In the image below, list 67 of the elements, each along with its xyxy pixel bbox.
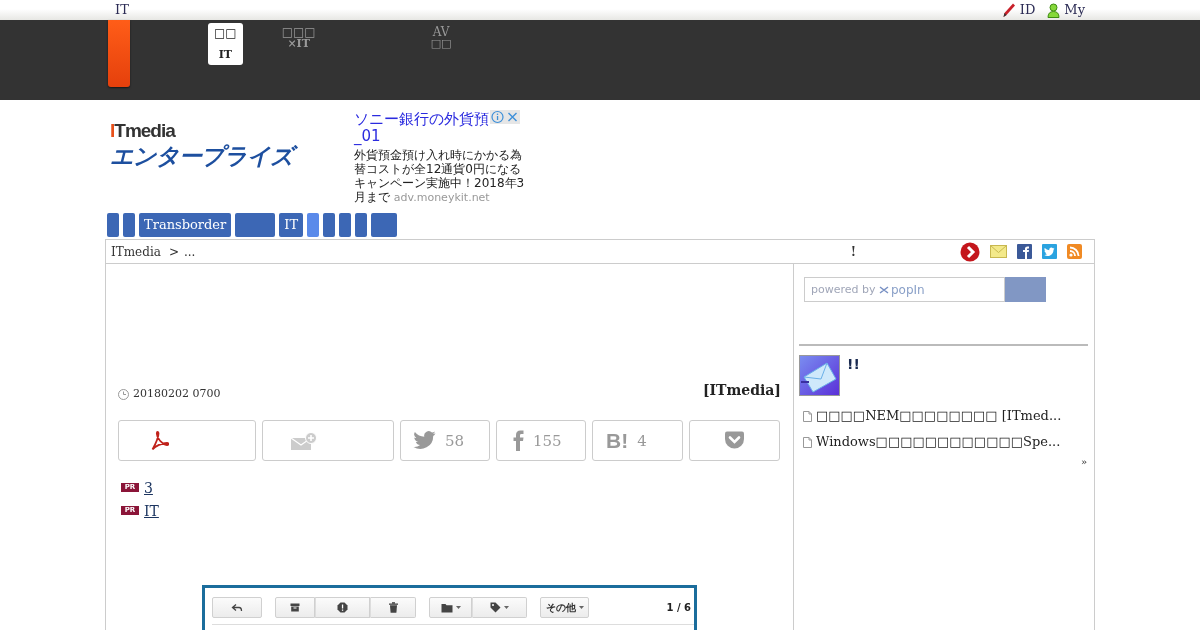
popin-logo-icon xyxy=(879,285,889,294)
tag-button[interactable] xyxy=(472,597,527,618)
ad-domain: adv.moneykit.net xyxy=(393,191,490,204)
archive-icon xyxy=(290,603,300,612)
page-count: 1 / 6 xyxy=(666,602,691,613)
document-icon xyxy=(803,410,812,422)
facebook-icon xyxy=(513,430,524,451)
breadcrumb-link[interactable]: ITmedia xyxy=(111,244,161,259)
breadcrumb-separator: > xyxy=(168,244,179,259)
facebook-icon[interactable] xyxy=(1017,244,1032,259)
brand-logo[interactable]: ITmedia xyxy=(110,121,175,141)
site-label: IT xyxy=(115,2,129,18)
ad-title-end[interactable]: _01 xyxy=(354,128,381,149)
spam-button[interactable] xyxy=(315,597,370,618)
search-input[interactable]: powered by xyxy=(811,283,877,296)
pr-link[interactable]: IT xyxy=(144,501,159,520)
mail-plus-icon xyxy=(290,431,317,450)
channel-tab[interactable]: □□□ ×IT xyxy=(275,23,322,65)
source-label: [ITmedia] xyxy=(702,381,781,400)
channel-tab[interactable]: AV □□ xyxy=(424,23,458,65)
user-link[interactable]: My xyxy=(1047,2,1085,18)
trash-icon xyxy=(388,602,398,613)
nav-tab[interactable]: IT xyxy=(279,213,304,237)
ad-title-link[interactable]: ソニー銀行の外貨預 xyxy=(354,110,489,128)
pocket-icon xyxy=(724,431,745,450)
section-logo[interactable]: エンタープライズ xyxy=(110,141,299,171)
nav-tab[interactable] xyxy=(307,213,320,237)
alert-icon xyxy=(337,602,348,613)
nav-tab[interactable]: Transborder xyxy=(139,213,232,237)
edit-link[interactable]: ID xyxy=(1001,2,1036,18)
newsletter-mail-icon xyxy=(799,355,840,396)
ranking-title: !! xyxy=(847,355,860,373)
twitter-icon xyxy=(413,431,436,450)
pr-link[interactable]: 3 xyxy=(144,478,153,497)
document-icon xyxy=(803,436,812,448)
delete-button[interactable] xyxy=(370,597,416,618)
publish-date: 20180202 0700 xyxy=(133,387,221,401)
nav-tab[interactable] xyxy=(371,213,398,237)
nav-tab[interactable] xyxy=(339,213,352,237)
caret-icon xyxy=(578,606,584,609)
reply-button[interactable] xyxy=(212,597,262,618)
twitter-icon[interactable] xyxy=(1042,244,1057,259)
notice-text: ! xyxy=(850,244,856,259)
more-link[interactable]: » xyxy=(1080,455,1087,469)
channel-tab[interactable]: □□ IT xyxy=(208,23,243,65)
reply-icon xyxy=(231,602,243,613)
folder-button[interactable] xyxy=(429,597,472,618)
folder-icon xyxy=(440,602,453,613)
tag-icon xyxy=(490,602,501,613)
nav-tab[interactable] xyxy=(235,213,276,237)
pocket-share-button[interactable] xyxy=(689,420,780,461)
ranking-link[interactable]: □□□□NEM□□□□□□□□ [ITmed... xyxy=(816,407,1062,425)
pencil-icon xyxy=(1001,2,1016,18)
ad-description: 外貨預金預け入れ時にかかる為替コストが全12通貨0円になるキャンペーン実施中！2018年3月まで adv.moneykit.net xyxy=(354,148,526,205)
user-icon xyxy=(1047,2,1061,18)
nav-tab[interactable] xyxy=(355,213,368,237)
pdf-icon xyxy=(150,430,169,451)
breadcrumb-item: ... xyxy=(183,244,196,259)
nav-tab[interactable] xyxy=(323,213,336,237)
clock-icon xyxy=(118,388,129,400)
caret-icon xyxy=(455,606,461,609)
ranking-link[interactable]: Windows□□□□□□□□□□□□Spe... xyxy=(816,433,1061,451)
popin-brand: popIn xyxy=(891,282,925,297)
info-icon[interactable] xyxy=(490,110,505,124)
archive-button[interactable] xyxy=(275,597,315,618)
caret-icon xyxy=(504,606,509,609)
more-button[interactable]: その他 xyxy=(540,597,589,618)
